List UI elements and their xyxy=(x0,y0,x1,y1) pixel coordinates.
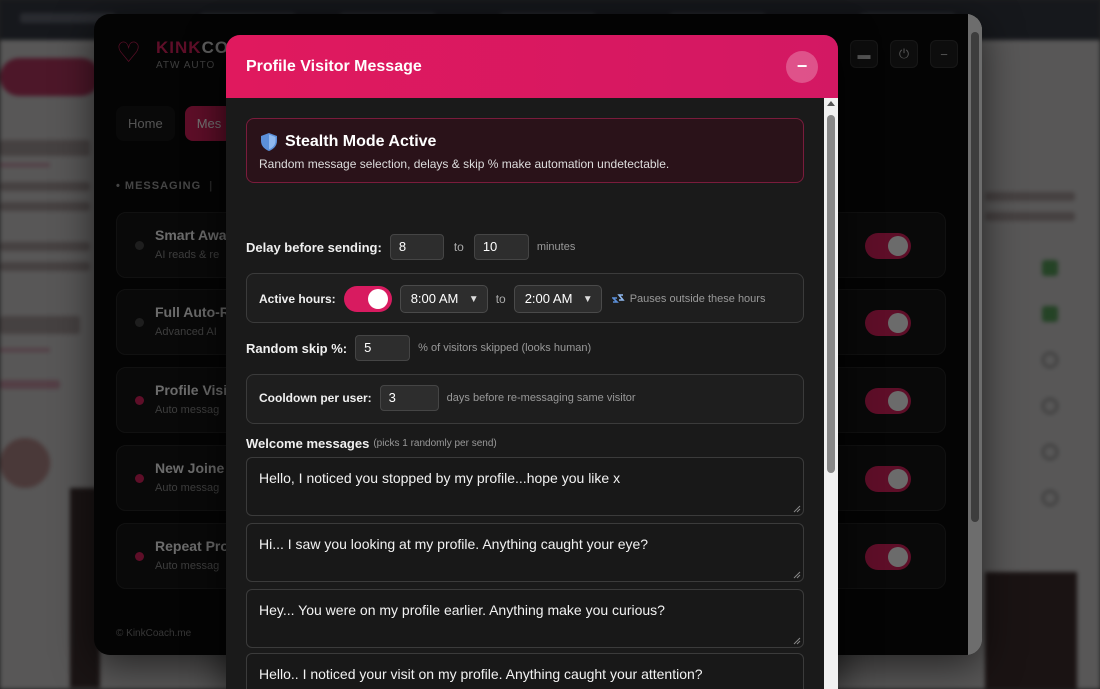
welcome-message-textarea[interactable]: Hello.. I noticed your visit on my profi… xyxy=(246,653,804,689)
feature-toggle[interactable] xyxy=(865,310,911,336)
modal-scrollbar-thumb[interactable] xyxy=(827,115,835,473)
delay-max-input[interactable]: 10 xyxy=(473,234,529,260)
status-dot-icon xyxy=(135,474,144,483)
modal-title: Profile Visitor Message xyxy=(246,58,422,75)
active-hours-end-select[interactable]: 2:00 AM ▼ xyxy=(513,285,602,313)
heart-logo-icon: ♡ xyxy=(116,37,142,68)
chevron-down-icon: ▼ xyxy=(468,294,479,305)
section-heading: • MESSAGING | xyxy=(116,180,214,192)
active-hours-to-label: to xyxy=(495,292,506,306)
status-dot-icon xyxy=(135,552,144,561)
welcome-messages-hint: (picks 1 randomly per send) xyxy=(373,438,497,449)
welcome-messages-heading: Welcome messages (picks 1 randomly per s… xyxy=(246,436,497,451)
delay-min-input[interactable]: 8 xyxy=(389,234,444,260)
chat-icon[interactable]: ▬ xyxy=(850,40,878,68)
status-dot-icon xyxy=(135,396,144,405)
active-hours-hint: Pauses outside these hours xyxy=(629,293,766,305)
modal-header: Profile Visitor Message − xyxy=(226,35,838,98)
modal-close-button[interactable]: − xyxy=(786,51,818,83)
chevron-down-icon: ▼ xyxy=(582,294,593,305)
random-skip-hint: % of visitors skipped (looks human) xyxy=(418,342,592,354)
active-hours-label: Active hours: xyxy=(259,292,336,306)
stealth-title: Stealth Mode Active xyxy=(285,133,437,150)
shield-icon xyxy=(261,133,277,151)
random-skip-input[interactable]: 5 xyxy=(355,335,411,361)
popup-scrollbar[interactable] xyxy=(968,14,982,655)
random-skip-row: Random skip %: 5 % of visitors skipped (… xyxy=(246,335,591,361)
popup-scrollbar-thumb[interactable] xyxy=(971,32,979,522)
delay-to-label: to xyxy=(453,240,464,254)
feature-toggle[interactable] xyxy=(865,466,911,492)
modal-body: Stealth Mode Active Random message selec… xyxy=(226,98,824,689)
stealth-description: Random message selection, delays & skip … xyxy=(259,157,670,171)
tab-home[interactable]: Home xyxy=(116,106,175,141)
toggle-knob xyxy=(367,289,388,309)
profile-visitor-message-modal: Profile Visitor Message − Stealth Mode A… xyxy=(226,35,838,689)
minimize-icon[interactable]: − xyxy=(930,40,958,68)
welcome-message-textarea[interactable]: Hi... I saw you looking at my profile. A… xyxy=(246,523,804,582)
popup-footer: © KinkCoach.me xyxy=(116,628,192,639)
resize-grip-icon[interactable] xyxy=(793,637,801,645)
status-dot-icon xyxy=(135,241,144,250)
stealth-mode-banner: Stealth Mode Active Random message selec… xyxy=(246,118,804,183)
delay-label: Delay before sending: xyxy=(246,239,382,255)
cooldown-box: Cooldown per user: 3 days before re-mess… xyxy=(246,374,804,424)
random-skip-label: Random skip %: xyxy=(246,340,348,356)
modal-scrollbar[interactable] xyxy=(824,98,838,689)
welcome-message-textarea[interactable]: Hey... You were on my profile earlier. A… xyxy=(246,589,804,648)
delay-unit: minutes xyxy=(536,241,576,253)
brand-name: KINKCO xyxy=(156,38,230,57)
brand-subtitle: ATW AUTO xyxy=(156,60,216,71)
active-hours-toggle[interactable] xyxy=(343,286,392,312)
scroll-up-arrow-icon[interactable] xyxy=(827,101,835,106)
active-hours-box: Active hours: 8:00 AM ▼ to 2:00 AM ▼ Pause… xyxy=(246,273,804,323)
feature-toggle[interactable] xyxy=(865,544,911,570)
active-hours-start-select[interactable]: 8:00 AM ▼ xyxy=(399,285,488,313)
delay-row: Delay before sending: 8 to 10 minutes xyxy=(246,234,575,260)
welcome-message-textarea[interactable]: Hello, I noticed you stopped by my profi… xyxy=(246,457,804,516)
resize-grip-icon[interactable] xyxy=(793,505,801,513)
resize-grip-icon[interactable] xyxy=(793,571,801,579)
welcome-messages-label: Welcome messages xyxy=(246,436,370,451)
cooldown-hint: days before re-messaging same visitor xyxy=(446,392,636,404)
popup-tabs: Home Mes xyxy=(116,106,234,141)
sleep-icon xyxy=(611,294,625,303)
header-icons: ▬ ⏻ − xyxy=(850,40,958,68)
power-icon[interactable]: ⏻ xyxy=(890,40,918,68)
cooldown-input[interactable]: 3 xyxy=(379,385,439,411)
cooldown-label: Cooldown per user: xyxy=(259,391,372,405)
feature-toggle[interactable] xyxy=(865,233,911,259)
feature-toggle[interactable] xyxy=(865,388,911,414)
status-dot-icon xyxy=(135,318,144,327)
